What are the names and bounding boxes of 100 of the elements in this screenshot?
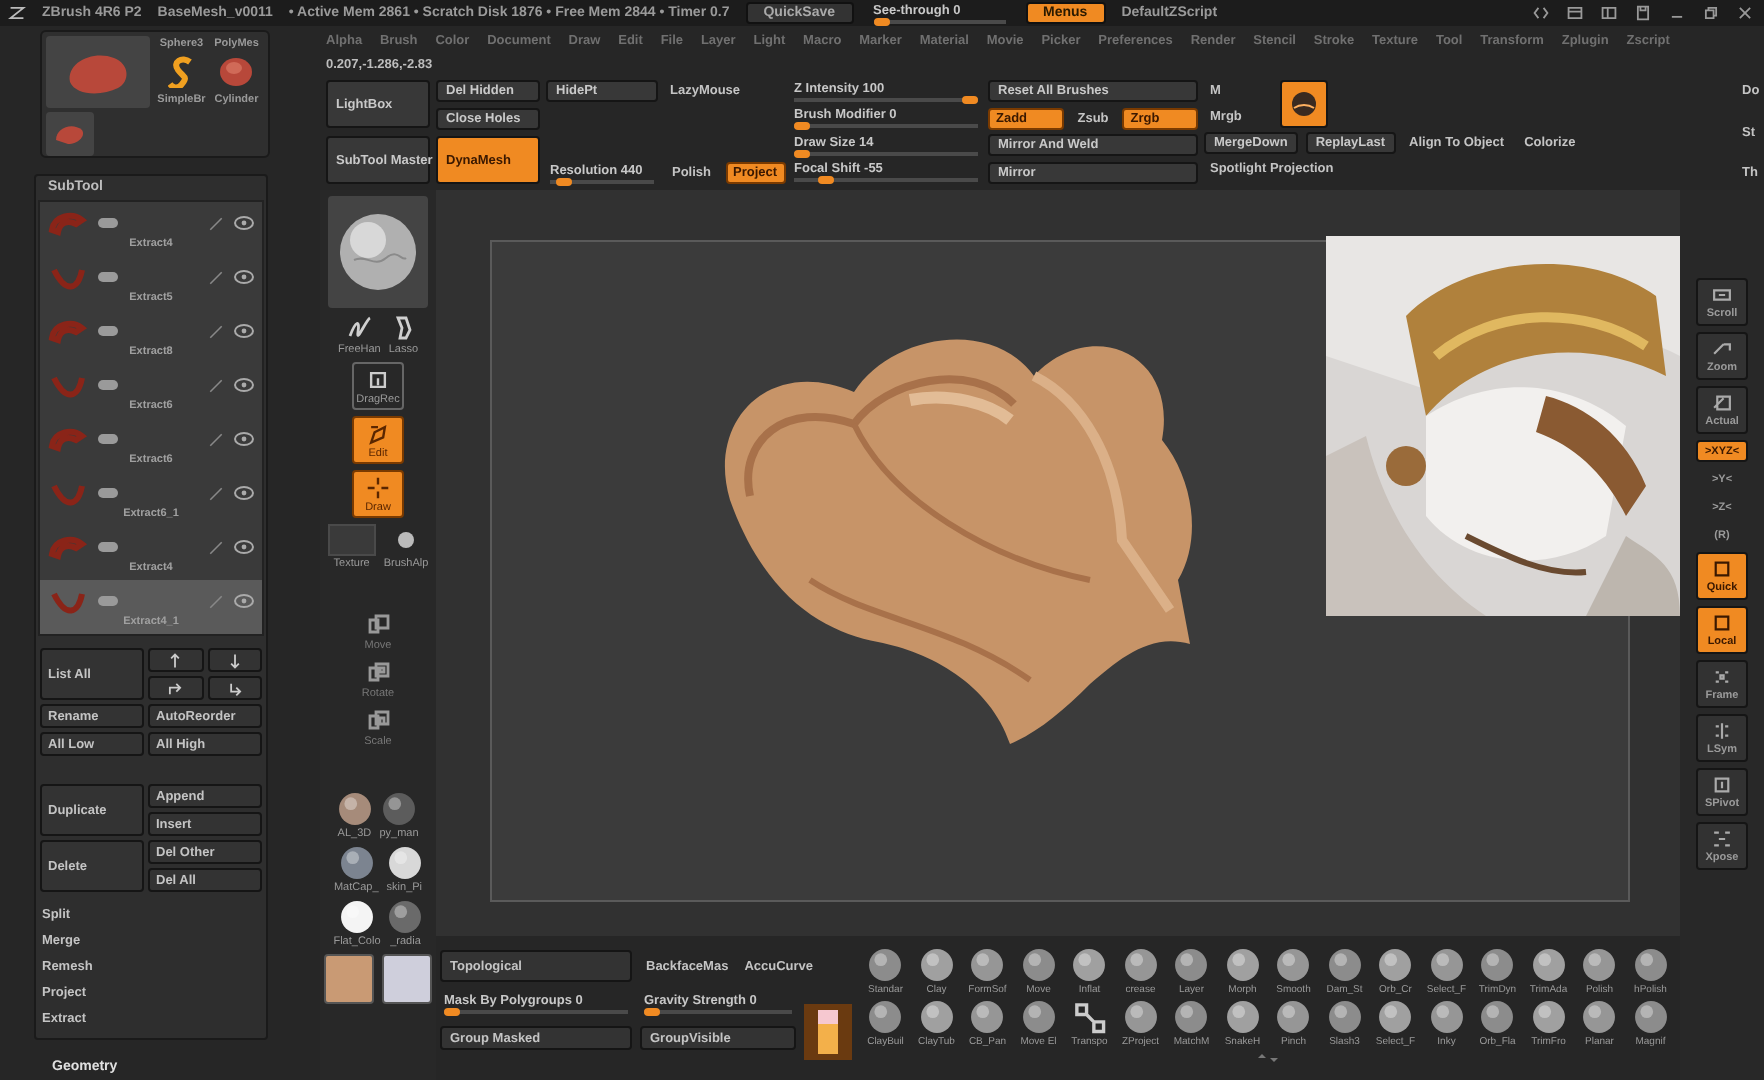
dot-icon xyxy=(397,532,414,548)
toggle-icon[interactable] xyxy=(98,488,118,498)
brush-icon xyxy=(208,269,224,285)
subtool-thumbnail xyxy=(48,587,88,615)
brush-icon xyxy=(1378,948,1413,982)
brush-icon xyxy=(1480,1000,1515,1034)
toggle-icon[interactable] xyxy=(98,272,118,282)
color-swatch[interactable] xyxy=(324,954,374,1004)
toggle-icon[interactable] xyxy=(98,380,118,390)
view-icon xyxy=(1710,666,1734,688)
brush-icon xyxy=(208,485,224,501)
brush-icon xyxy=(1531,948,1566,982)
view-icon xyxy=(1710,284,1734,306)
brush-icon xyxy=(208,431,224,447)
brush-icon xyxy=(970,1000,1005,1034)
brush-icon xyxy=(208,215,224,231)
brush-icon xyxy=(1327,948,1362,982)
brush-icon xyxy=(1327,1000,1362,1034)
brush-icon xyxy=(1174,1000,1209,1034)
view-icon xyxy=(1710,392,1734,414)
brush-icon xyxy=(1531,1000,1566,1034)
arrow-icon xyxy=(166,651,185,669)
transpose-icon xyxy=(1072,1000,1107,1034)
brush-icon xyxy=(919,948,954,982)
brush-icon xyxy=(208,323,224,339)
eye-icon[interactable] xyxy=(234,594,254,608)
toggle-icon[interactable] xyxy=(98,542,118,552)
arrows-icon xyxy=(1530,4,1552,22)
color-swatch[interactable] xyxy=(382,954,432,1004)
arrow-icon xyxy=(225,651,244,669)
view-icon xyxy=(1710,612,1734,634)
toggle-icon[interactable] xyxy=(98,434,118,444)
crosshair-icon xyxy=(366,475,390,499)
view-icon xyxy=(1710,338,1734,360)
subtool-thumbnail xyxy=(48,263,88,291)
brush-icon xyxy=(1378,1000,1413,1034)
brush-icon xyxy=(208,377,224,393)
eye-icon[interactable] xyxy=(234,216,254,230)
brush-thumbnail[interactable] xyxy=(328,196,428,308)
brush-icon xyxy=(970,948,1005,982)
brush-icon xyxy=(1633,948,1668,982)
subtool-thumbnail xyxy=(48,425,88,453)
canvas[interactable] xyxy=(436,190,1680,936)
brush-icon xyxy=(1582,1000,1617,1034)
view-icon xyxy=(1710,828,1734,850)
eye-icon[interactable] xyxy=(234,540,254,554)
toggle-icon[interactable] xyxy=(98,326,118,336)
arrow-button[interactable] xyxy=(207,676,262,700)
brush-icon xyxy=(868,1000,903,1034)
brush-icon xyxy=(1225,948,1260,982)
brush-icon xyxy=(1225,1000,1260,1034)
subtool-thumbnail xyxy=(48,371,88,399)
brush-icon xyxy=(1429,948,1464,982)
brush-icon xyxy=(1429,1000,1464,1034)
alpha-thumbnail[interactable] xyxy=(804,1004,852,1060)
app-logo-icon xyxy=(8,4,26,22)
layout-icon xyxy=(1564,4,1586,22)
brush-icon xyxy=(1072,948,1107,982)
brush-icon xyxy=(1174,948,1209,982)
tool-thumbnail[interactable] xyxy=(46,36,150,108)
eye-icon[interactable] xyxy=(234,270,254,284)
close-icon xyxy=(1734,4,1756,22)
brush-icon xyxy=(208,593,224,609)
arrow-icon xyxy=(166,679,185,697)
eye-icon[interactable] xyxy=(234,324,254,338)
arrow-button[interactable] xyxy=(148,648,203,672)
eye-icon[interactable] xyxy=(234,432,254,446)
brush-icon xyxy=(1021,948,1056,982)
arrow-button[interactable] xyxy=(148,676,203,700)
toggle-icon[interactable] xyxy=(98,218,118,228)
brush-icon xyxy=(1582,948,1617,982)
subtool-thumbnail xyxy=(48,479,88,507)
layout-icon xyxy=(1598,4,1620,22)
freehand-icon xyxy=(345,314,374,342)
brush-icon xyxy=(1123,948,1158,982)
arrow-button[interactable] xyxy=(207,648,262,672)
toggle-icon[interactable] xyxy=(98,596,118,606)
brush-icon[interactable] xyxy=(167,56,196,88)
brush-icon xyxy=(1021,1000,1056,1034)
cylinder-icon[interactable] xyxy=(218,56,255,88)
view-icon xyxy=(1710,720,1734,742)
view-icon xyxy=(1710,558,1734,580)
brush-icon xyxy=(1633,1000,1668,1034)
drag-rect-icon xyxy=(366,367,390,391)
sphere-button[interactable] xyxy=(1280,80,1328,128)
brush-icon xyxy=(1480,948,1515,982)
brush-icon xyxy=(1276,1000,1311,1034)
brush-icon xyxy=(1123,1000,1158,1034)
save-icon xyxy=(1632,4,1654,22)
arrow-icon xyxy=(225,679,244,697)
brush-icon xyxy=(1276,948,1311,982)
pencil-icon xyxy=(366,421,390,445)
brush-icon xyxy=(868,948,903,982)
sphere-icon xyxy=(338,212,418,292)
sphere-icon xyxy=(1290,90,1318,118)
subtool-thumbnail xyxy=(48,317,88,345)
subtool-thumbnail xyxy=(48,533,88,561)
tool-thumbnail[interactable] xyxy=(46,112,94,156)
eye-icon[interactable] xyxy=(234,486,254,500)
eye-icon[interactable] xyxy=(234,378,254,392)
